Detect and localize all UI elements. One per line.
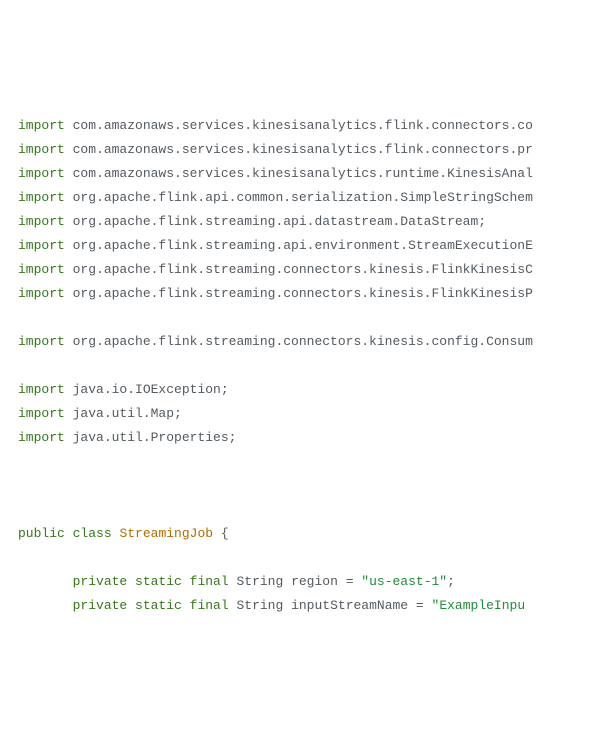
keyword-import: import bbox=[18, 118, 65, 133]
keyword-import: import bbox=[18, 238, 65, 253]
import-line: import java.io.IOException; bbox=[18, 378, 597, 402]
import-line: import java.util.Map; bbox=[18, 402, 597, 426]
import-statement: org.apache.flink.streaming.api.environme… bbox=[65, 238, 533, 253]
indentation bbox=[18, 574, 73, 589]
keyword-import: import bbox=[18, 286, 65, 301]
string-literal: "us-east-1" bbox=[361, 574, 447, 589]
keyword-import: import bbox=[18, 262, 65, 277]
import-line: import org.apache.flink.streaming.api.da… bbox=[18, 210, 597, 234]
keyword-final: final bbox=[190, 598, 229, 613]
field-tail: ; bbox=[447, 574, 455, 589]
import-line: import org.apache.flink.streaming.connec… bbox=[18, 258, 597, 282]
import-statement: org.apache.flink.streaming.connectors.ki… bbox=[65, 286, 533, 301]
keyword-import: import bbox=[18, 334, 65, 349]
blank-line bbox=[18, 546, 597, 570]
import-line: import org.apache.flink.streaming.connec… bbox=[18, 330, 597, 354]
class-name: StreamingJob bbox=[119, 526, 213, 541]
import-statement: java.util.Map; bbox=[65, 406, 182, 421]
keyword-import: import bbox=[18, 142, 65, 157]
import-statement: org.apache.flink.api.common.serializatio… bbox=[65, 190, 533, 205]
import-statement: java.util.Properties; bbox=[65, 430, 237, 445]
import-statement: com.amazonaws.services.kinesisanalytics.… bbox=[65, 142, 533, 157]
blank-line bbox=[18, 498, 597, 522]
keyword-private: private bbox=[73, 598, 128, 613]
keyword-private: private bbox=[73, 574, 128, 589]
import-line: import com.amazonaws.services.kinesisana… bbox=[18, 114, 597, 138]
keyword-static: static bbox=[135, 574, 182, 589]
keyword-final: final bbox=[190, 574, 229, 589]
import-line: import org.apache.flink.api.common.seria… bbox=[18, 186, 597, 210]
string-literal: "ExampleInpu bbox=[432, 598, 526, 613]
class-tail: { bbox=[213, 526, 229, 541]
import-line: import com.amazonaws.services.kinesisana… bbox=[18, 138, 597, 162]
keyword-static: static bbox=[135, 598, 182, 613]
field-declaration: private static final String region = "us… bbox=[18, 570, 597, 594]
keyword-import: import bbox=[18, 166, 65, 181]
code-block: import com.amazonaws.services.kinesisana… bbox=[18, 114, 597, 618]
keyword-import: import bbox=[18, 214, 65, 229]
import-line: import org.apache.flink.streaming.api.en… bbox=[18, 234, 597, 258]
field-declaration: private static final String inputStreamN… bbox=[18, 594, 597, 618]
import-line: import org.apache.flink.streaming.connec… bbox=[18, 282, 597, 306]
field-body: String inputStreamName = bbox=[229, 598, 432, 613]
import-line: import com.amazonaws.services.kinesisana… bbox=[18, 162, 597, 186]
import-statement: org.apache.flink.streaming.connectors.ki… bbox=[65, 334, 533, 349]
keyword-public: public bbox=[18, 526, 65, 541]
import-line: import java.util.Properties; bbox=[18, 426, 597, 450]
import-statement: com.amazonaws.services.kinesisanalytics.… bbox=[65, 118, 533, 133]
keyword-class: class bbox=[73, 526, 112, 541]
import-statement: org.apache.flink.streaming.api.datastrea… bbox=[65, 214, 486, 229]
indentation bbox=[18, 598, 73, 613]
blank-line bbox=[18, 354, 597, 378]
import-statement: org.apache.flink.streaming.connectors.ki… bbox=[65, 262, 533, 277]
keyword-import: import bbox=[18, 190, 65, 205]
keyword-import: import bbox=[18, 382, 65, 397]
class-declaration: public class StreamingJob { bbox=[18, 522, 597, 546]
blank-line bbox=[18, 306, 597, 330]
keyword-import: import bbox=[18, 406, 65, 421]
blank-line bbox=[18, 450, 597, 474]
import-statement: java.io.IOException; bbox=[65, 382, 229, 397]
blank-line bbox=[18, 474, 597, 498]
field-body: String region = bbox=[229, 574, 362, 589]
import-statement: com.amazonaws.services.kinesisanalytics.… bbox=[65, 166, 533, 181]
keyword-import: import bbox=[18, 430, 65, 445]
